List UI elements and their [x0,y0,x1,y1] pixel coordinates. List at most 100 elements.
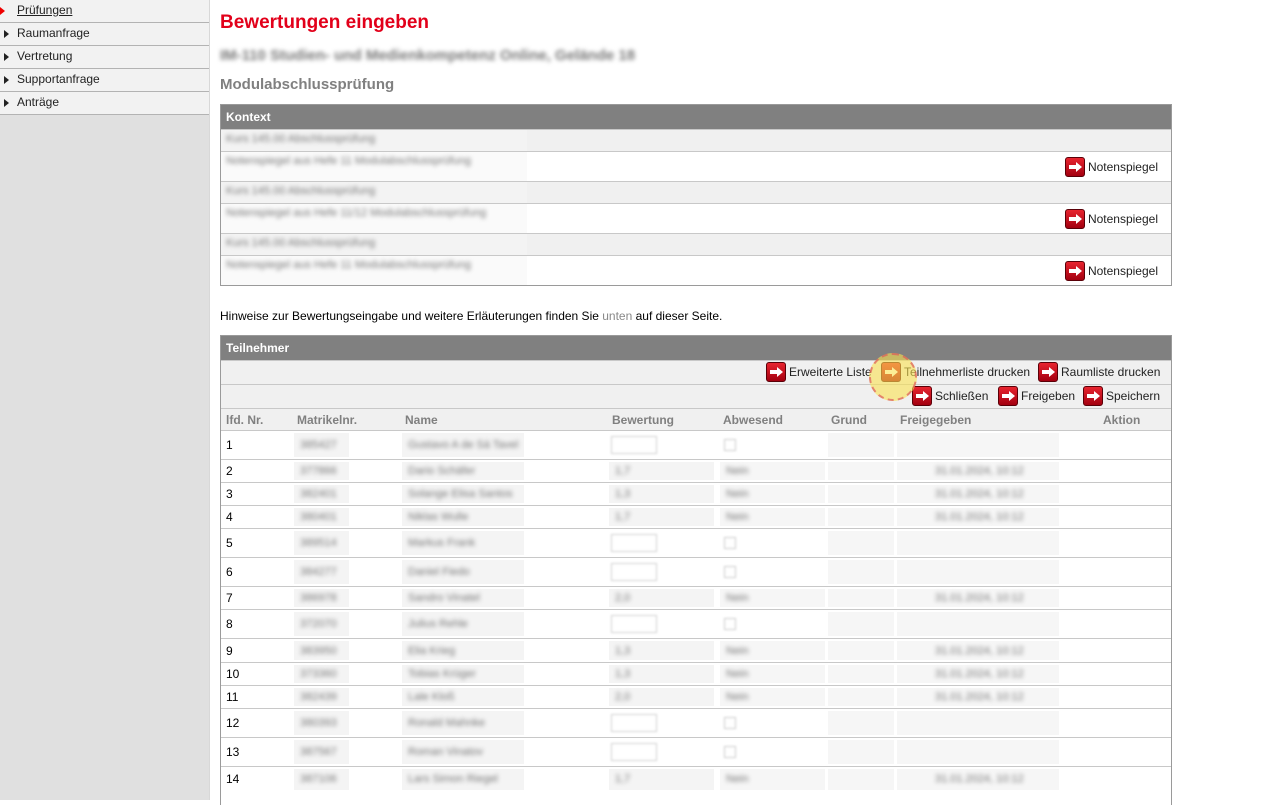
sidebar-item-vertretung[interactable]: Vertretung [0,46,209,69]
absent-checkbox[interactable] [724,717,736,729]
red-arrow-icon [912,386,932,406]
row-number: 7 [221,586,292,610]
action-cell [1098,609,1171,639]
table-row: 10 373360 Tobias Krüger 1,3 Nein 31.01.2024, … [221,662,1171,686]
grade-cell[interactable] [607,528,718,558]
absent-cell[interactable] [718,528,826,558]
name-value: Lale Kloß [408,691,455,703]
column-header: Name [400,408,607,431]
sidebar: Prüfungen Raumanfrage Vertretung Support… [0,0,209,800]
grade-input[interactable] [611,534,657,552]
column-header: Aktion [1098,408,1171,431]
grade-input[interactable] [611,436,657,454]
grade-cell[interactable] [607,557,718,587]
hint-link-unten[interactable]: unten [602,309,632,323]
red-arrow-icon [1038,362,1058,382]
action-cell [1098,459,1171,483]
grade-cell[interactable] [607,609,718,639]
sidebar-item-antraege[interactable]: Anträge [0,92,209,115]
column-header: Grund [826,408,895,431]
sidebar-item-supportanfrage[interactable]: Supportanfrage [0,69,209,92]
name-value: Solange Elisa Santos [408,488,513,500]
row-number: 13 [221,737,292,767]
released-cell: 31.01.2024, 10:12 [895,482,1098,506]
released-cell [895,528,1098,558]
name-value: Niklas Wulle [408,511,469,523]
grade-cell[interactable] [607,430,718,460]
matrikel-cell: 372070 [292,609,400,639]
action-cell [1098,505,1171,529]
table-row: 9 383950 Elia Krieg 1,3 Nein 31.01.2024, 10:1… [221,638,1171,663]
reason-cell [826,482,895,506]
triangle-right-icon [0,7,5,15]
table-row: 12 380393 Ronald Mahnke [221,708,1171,738]
action-cell [1098,528,1171,558]
absent-value: Nein [726,465,749,477]
name-value: Lars Simon Riegel [408,773,498,786]
triangle-right-icon [4,53,9,61]
absent-cell[interactable] [718,708,826,738]
matrikel-value: 383950 [300,644,337,657]
name-value: Gustavo A de Sá Tavel [408,439,519,451]
close-button[interactable]: Schließen [912,386,988,406]
absent-cell[interactable] [718,737,826,767]
released-cell: 31.01.2024, 10:12 [895,685,1098,709]
table-row: 4 380401 Niklas Wulle 1,7 Nein 31.01.2024, 10… [221,505,1171,529]
matrikel-cell: 382439 [292,685,400,709]
absent-cell: Nein [718,662,826,686]
absent-cell[interactable] [718,430,826,460]
notenspiegel-label: Notenspiegel [1087,160,1158,174]
notenspiegel-button[interactable]: Notenspiegel [1064,209,1158,229]
absent-value: Nein [726,691,749,703]
extended-list-button[interactable]: Erweiterte Liste [766,362,872,382]
release-button[interactable]: Freigeben [998,386,1075,406]
grade-input[interactable] [611,615,657,633]
absent-checkbox[interactable] [724,566,736,578]
matrikel-value: 382439 [300,691,337,703]
context-description: Notenspiegel aus Hefe 11 Modulabschlussp… [226,155,472,167]
context-row: Kurs 145.00 Abschlussprüfung [221,181,1171,203]
sidebar-item-pruefungen[interactable]: Prüfungen [0,0,209,23]
context-description: Notenspiegel aus Hefe 11/12 Modulabschlu… [226,207,487,219]
reason-cell [826,685,895,709]
released-cell [895,609,1098,639]
matrikel-value: 373360 [300,668,337,680]
notenspiegel-button[interactable]: Notenspiegel [1064,157,1158,177]
save-button[interactable]: Speichern [1083,386,1160,406]
notenspiegel-button[interactable]: Notenspiegel [1064,261,1158,281]
matrikel-value: 380401 [300,511,337,523]
page-title: Bewertungen eingeben [220,12,430,33]
grade-input[interactable] [611,743,657,761]
name-value: Julius Rehle [408,618,468,630]
sidebar-item-label: Vertretung [17,49,73,63]
absent-cell[interactable] [718,609,826,639]
absent-checkbox[interactable] [724,618,736,630]
context-description: Notenspiegel aus Hefe 11 Modulabschlussp… [226,259,472,271]
red-arrow-icon [766,362,786,382]
matrikel-value: 389514 [300,537,337,549]
absent-cell: Nein [718,766,826,792]
reason-cell [826,737,895,767]
action-cell [1098,662,1171,686]
grade-cell: 2,0 [607,685,718,709]
grade-cell[interactable] [607,737,718,767]
absent-checkbox[interactable] [724,746,736,758]
reason-cell [826,557,895,587]
absent-checkbox[interactable] [724,537,736,549]
sidebar-item-label: Supportanfrage [17,72,100,86]
absent-value: Nein [726,592,749,604]
grade-input[interactable] [611,563,657,581]
grade-cell[interactable] [607,708,718,738]
released-cell [895,737,1098,767]
name-cell: Sandro Vinatel [400,586,607,610]
absent-checkbox[interactable] [724,439,736,451]
sidebar-item-raumanfrage[interactable]: Raumanfrage [0,23,209,46]
hint-after: auf dieser Seite. [632,309,723,323]
context-row: Kurs 145.00 Abschlussprüfung [221,233,1171,255]
absent-cell[interactable] [718,557,826,587]
matrikel-value: 372070 [300,618,337,630]
print-room-button[interactable]: Raumliste drucken [1038,362,1160,382]
grade-cell: 2,0 [607,586,718,610]
absent-cell: Nein [718,638,826,663]
grade-input[interactable] [611,714,657,732]
